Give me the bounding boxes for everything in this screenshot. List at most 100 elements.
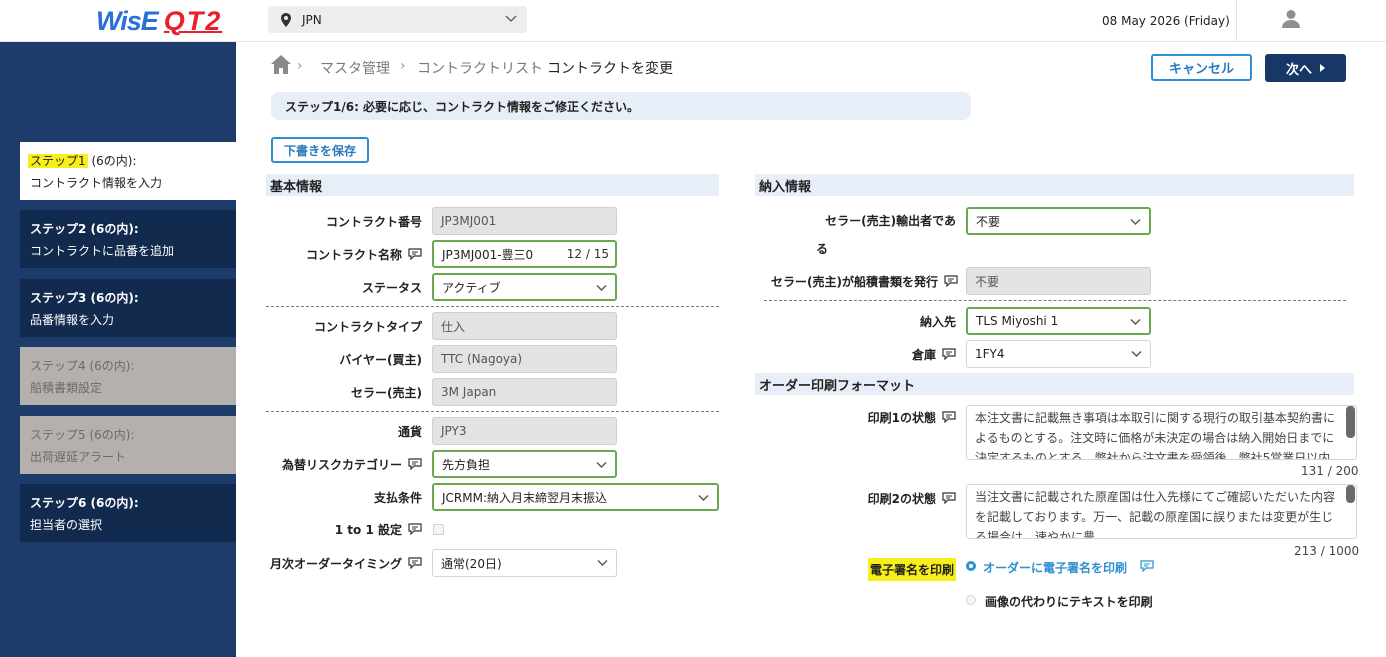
chevron-down-icon bbox=[1130, 319, 1141, 325]
fx-risk-select[interactable]: 先方負担 bbox=[432, 450, 617, 478]
sidebar-step-6[interactable]: ステップ6 (6の内): 担当者の選択 bbox=[20, 484, 236, 542]
print2-char-count: 213 / 1000 bbox=[1294, 544, 1360, 558]
monthly-timing-label: 月次オーダータイミング bbox=[266, 550, 422, 576]
comment-icon[interactable] bbox=[408, 557, 422, 569]
top-header: WisE QT2 JPN 08 May 2026 (Friday) bbox=[0, 0, 1386, 42]
breadcrumb-separator: › bbox=[531, 58, 537, 74]
seller-field: 3M Japan bbox=[432, 378, 617, 406]
radio-text-instead-label[interactable]: 画像の代わりにテキストを印刷 bbox=[985, 593, 1153, 610]
chevron-down-icon bbox=[1131, 351, 1142, 357]
user-icon[interactable] bbox=[1282, 9, 1300, 29]
status-label: ステータス bbox=[361, 280, 422, 295]
header-divider bbox=[1236, 0, 1237, 42]
payment-label: 支払条件 bbox=[373, 490, 422, 505]
section-divider bbox=[266, 306, 719, 307]
step-title: ステップ1 bbox=[28, 154, 88, 168]
contract-type-label: コントラクトタイプ bbox=[313, 319, 422, 334]
country-select[interactable]: JPN bbox=[268, 6, 527, 33]
payment-select[interactable]: JCRMM:納入月末締翌月末振込 bbox=[432, 483, 719, 511]
current-date: 08 May 2026 (Friday) bbox=[1102, 14, 1230, 28]
step-desc: コントラクトに品番を追加 bbox=[30, 244, 175, 258]
currency-label: 通貨 bbox=[397, 424, 422, 439]
section-divider bbox=[764, 300, 1346, 301]
next-label: 次へ bbox=[1285, 62, 1312, 78]
chevron-down-icon bbox=[596, 285, 607, 291]
sidebar-step-1[interactable]: ステップ1 (6の内): コントラクト情報を入力 bbox=[20, 142, 236, 200]
save-draft-button[interactable]: 下書きを保存 bbox=[271, 137, 369, 163]
comment-icon[interactable] bbox=[942, 348, 956, 360]
step-desc: 品番情報を入力 bbox=[30, 313, 115, 327]
comment-icon[interactable] bbox=[942, 411, 956, 423]
esign-label: 電子署名を印刷 bbox=[760, 556, 956, 582]
radio-text-instead[interactable] bbox=[966, 595, 976, 605]
shipping-docs-label: セラー(売主)が船積書類を発行 bbox=[755, 268, 958, 294]
home-icon[interactable] bbox=[271, 55, 291, 74]
print1-label: 印刷1の状態 bbox=[760, 406, 956, 428]
chevron-down-icon bbox=[698, 495, 709, 501]
sidebar-step-5: ステップ5 (6の内): 出荷遅延アラート bbox=[20, 416, 236, 474]
breadcrumb-separator: › bbox=[297, 58, 303, 74]
contract-no-field: JP3MJ001 bbox=[432, 207, 617, 235]
shipping-docs-field: 不要 bbox=[966, 267, 1151, 295]
radio-esign-on-label[interactable]: オーダーに電子署名を印刷 bbox=[983, 559, 1127, 576]
play-arrow-icon bbox=[1320, 64, 1325, 72]
seller-exporter-select[interactable]: 不要 bbox=[966, 207, 1151, 235]
next-button[interactable]: 次へ bbox=[1265, 54, 1346, 82]
print2-textarea[interactable]: 当注文書に記載された原産国は仕入先様にてご確認いただいた内容を記載しております。… bbox=[966, 484, 1357, 539]
section-divider bbox=[266, 411, 719, 412]
breadcrumb-master[interactable]: マスタ管理 bbox=[320, 58, 390, 78]
scrollbar-thumb[interactable] bbox=[1346, 406, 1355, 438]
buyer-label: バイヤー(買主) bbox=[339, 352, 422, 367]
print1-textarea[interactable]: 本注文書に記載無き事項は本取引に関する現行の取引基本契約書によるものとする。注文… bbox=[966, 405, 1357, 460]
sidebar-step-2[interactable]: ステップ2 (6の内): コントラクトに品番を追加 bbox=[20, 210, 236, 268]
warehouse-label: 倉庫 bbox=[760, 341, 956, 367]
step-title: ステップ3 (6の内): bbox=[30, 291, 139, 305]
destination-select[interactable]: TLS Miyoshi 1 bbox=[966, 307, 1151, 335]
currency-field: JPY3 bbox=[432, 417, 617, 445]
comment-icon[interactable] bbox=[408, 458, 422, 470]
scrollbar-thumb[interactable] bbox=[1346, 485, 1355, 503]
contract-name-input[interactable]: JP3MJ001-豊三0 12 / 15 bbox=[432, 240, 617, 268]
sidebar-step-4: ステップ4 (6の内): 船積書類設定 bbox=[20, 347, 236, 405]
breadcrumb-contract-list[interactable]: コントラクトリスト bbox=[417, 58, 543, 78]
fx-risk-label: 為替リスクカテゴリー bbox=[266, 451, 422, 477]
step-title: ステップ5 (6の内): bbox=[30, 428, 135, 442]
monthly-timing-select[interactable]: 通常(20日) bbox=[432, 549, 617, 577]
step-desc: 船積書類設定 bbox=[30, 381, 103, 395]
app-logo[interactable]: WisE QT2 bbox=[96, 6, 222, 36]
comment-icon[interactable] bbox=[1140, 560, 1154, 572]
delivery-info-heading: 納入情報 bbox=[755, 174, 1354, 196]
sidebar-step-3[interactable]: ステップ3 (6の内): 品番情報を入力 bbox=[20, 279, 236, 337]
contract-name-label: コントラクト名称 bbox=[266, 241, 422, 267]
print1-char-count: 131 / 200 bbox=[1301, 464, 1359, 478]
seller-label: セラー(売主) bbox=[351, 385, 422, 400]
step-desc: 担当者の選択 bbox=[30, 518, 103, 532]
location-pin-icon bbox=[281, 12, 291, 27]
step-desc: 出荷遅延アラート bbox=[30, 450, 127, 464]
comment-icon[interactable] bbox=[408, 523, 422, 535]
status-select[interactable]: アクティブ bbox=[432, 273, 617, 301]
step-sidebar: ステップ1 (6の内): コントラクト情報を入力 ステップ2 (6の内): コン… bbox=[0, 42, 236, 657]
comment-icon[interactable] bbox=[942, 492, 956, 504]
warehouse-select[interactable]: 1FY4 bbox=[966, 340, 1151, 368]
radio-esign-on[interactable] bbox=[966, 561, 976, 571]
chevron-down-icon bbox=[505, 15, 517, 23]
step-title: ステップ6 (6の内): bbox=[30, 496, 139, 510]
step-desc: コントラクト情報を入力 bbox=[30, 176, 163, 190]
destination-label: 納入先 bbox=[919, 314, 956, 329]
country-value: JPN bbox=[302, 12, 322, 27]
chevron-down-icon bbox=[1130, 219, 1141, 225]
comment-icon[interactable] bbox=[408, 248, 422, 260]
one-to-one-checkbox[interactable] bbox=[433, 524, 444, 535]
contract-type-field: 仕入 bbox=[432, 312, 617, 340]
comment-icon[interactable] bbox=[944, 275, 958, 287]
print-format-heading: オーダー印刷フォーマット bbox=[755, 373, 1354, 395]
chevron-down-icon bbox=[597, 560, 608, 566]
step-title: ステップ2 (6の内): bbox=[30, 222, 139, 236]
print2-label: 印刷2の状態 bbox=[760, 487, 956, 509]
one-to-one-label: 1 to 1 設定 bbox=[266, 517, 422, 541]
chevron-down-icon bbox=[596, 462, 607, 468]
cancel-button[interactable]: キャンセル bbox=[1151, 54, 1252, 81]
breadcrumb-current: コントラクトを変更 bbox=[547, 61, 673, 77]
contract-no-label: コントラクト番号 bbox=[325, 214, 422, 229]
